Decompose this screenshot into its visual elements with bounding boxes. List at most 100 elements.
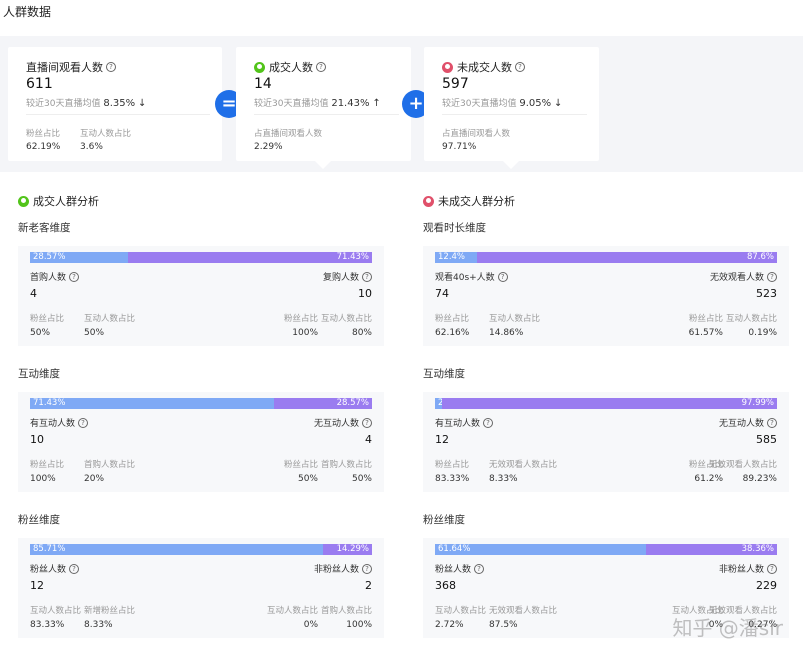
help-icon[interactable]: ? (515, 62, 525, 72)
group-a-label: 粉丝人数 (30, 565, 67, 575)
help-icon[interactable]: ? (69, 271, 80, 282)
group-b-count: 585 (756, 433, 777, 446)
ratio-bar-segment-b: 71.43% (127, 252, 372, 263)
help-icon[interactable]: ? (483, 417, 494, 428)
group-b-count: 2 (365, 579, 372, 592)
stat-label: 首购人数占比 (84, 460, 136, 470)
stat-label: 互动人数占比 (435, 606, 487, 616)
help-icon[interactable]: ? (362, 271, 372, 282)
stat-label: 占直播间观看人数 (442, 129, 511, 139)
stat-label: 互动人数占比 (489, 314, 541, 324)
dimension-title: 粉丝维度 (423, 514, 465, 526)
stat-label: 互动人数占比 (266, 606, 318, 616)
card-value: 14 (254, 76, 272, 92)
help-icon[interactable]: ? (767, 563, 777, 574)
ratio-bar-segment-b: 38.36% (645, 544, 777, 555)
trend-down-icon: ↓ (553, 98, 563, 109)
stat-value: 97.71% (442, 142, 477, 152)
help-icon[interactable]: ? (767, 271, 777, 282)
dimension-title: 粉丝维度 (18, 514, 60, 526)
group-b-label: 无互动人数 (718, 419, 764, 429)
ratio-bar: 28.57% 71.43% (30, 252, 372, 263)
stat-value: 50% (297, 474, 318, 484)
stat-label: 首购人数占比 (320, 606, 372, 616)
dimension-title: 互动维度 (18, 368, 60, 380)
help-icon[interactable]: ? (474, 563, 485, 574)
group-b-label: 复购人数 (322, 273, 359, 283)
stat-label: 无效观看人数占比 (489, 606, 558, 616)
help-icon[interactable]: ? (69, 563, 80, 574)
help-icon[interactable]: ? (767, 417, 777, 428)
stat-value: 62.19% (26, 142, 61, 152)
divider (26, 114, 210, 115)
ratio-bar-segment-a: 2.01% (435, 398, 465, 409)
ratio-bar-segment-a: 85.71% (30, 544, 324, 555)
stat-value: 3.6% (80, 142, 103, 152)
ratio-bar-segment-a: 12.4% (435, 252, 478, 263)
stat-value: 87.5% (489, 620, 518, 630)
ratio-bar-segment-a: 61.64% (435, 544, 646, 555)
section-title-deal: 成交人群分析 (18, 193, 99, 209)
group-a-count: 12 (30, 579, 44, 592)
card-nodeal-users: 未成交人数? 597 较近30天直播均值 9.05% ↓ 占直播间观看人数 97… (424, 47, 599, 161)
stat-value: 0.19% (748, 328, 777, 338)
group-a-count: 4 (30, 287, 37, 300)
stat-value: 89.23% (742, 474, 777, 484)
stat-label: 粉丝占比 (435, 460, 470, 470)
section-title-nodeal: 未成交人群分析 (423, 193, 515, 209)
card-title: 直播间观看人数 (26, 61, 103, 74)
stat-label: 粉丝占比 (30, 460, 65, 470)
help-icon[interactable]: ? (497, 271, 508, 282)
stat-label: 粉丝占比 (283, 460, 318, 470)
ratio-bar-segment-a: 28.57% (30, 252, 128, 263)
card-title: 未成交人数 (457, 61, 512, 74)
stat-value: 50% (351, 474, 372, 484)
help-icon[interactable]: ? (78, 417, 89, 428)
compare-value: 8.35% (103, 98, 136, 109)
divider (254, 114, 399, 115)
dimension-panel: 71.43% 28.57% 有互动人数? 无互动人数? 10 4 粉丝占比 100% 首购人数占… (18, 392, 384, 492)
stat-value: 100% (30, 474, 56, 484)
compare-label: 较近30天直播均值 (26, 99, 101, 109)
stat-value: 0% (303, 620, 318, 630)
ratio-bar: 12.4% 87.6% (435, 252, 777, 263)
stat-value: 62.16% (435, 328, 470, 338)
ratio-bar-segment-b: 14.29% (323, 544, 372, 555)
deal-icon (254, 61, 265, 73)
dimension-panel: 28.57% 71.43% 首购人数? 复购人数? 4 10 粉丝占比 50% 互动人数占比 50… (18, 246, 384, 346)
help-icon[interactable]: ? (316, 62, 326, 72)
stat-value: 20% (84, 474, 105, 484)
nodeal-icon (442, 61, 453, 73)
help-icon[interactable]: ? (362, 417, 372, 428)
stat-value: 50% (84, 328, 105, 338)
ratio-bar-segment-b: 28.57% (274, 398, 372, 409)
stat-label: 互动人数占比 (725, 314, 777, 324)
stat-value: 8.33% (489, 474, 518, 484)
card-value: 611 (26, 76, 53, 92)
help-icon[interactable]: ? (106, 62, 116, 72)
stat-label: 互动人数占比 (30, 606, 82, 616)
group-b-label: 无互动人数 (313, 419, 359, 429)
group-a-label: 首购人数 (30, 273, 67, 283)
ratio-bar-segment-b: 97.99% (441, 398, 777, 409)
stat-value: 61.57% (688, 328, 723, 338)
page-title: 人群数据 (3, 5, 52, 19)
compare-label: 较近30天直播均值 (254, 99, 329, 109)
group-b-label: 无效观看人数 (709, 273, 764, 283)
ratio-bar-segment-b: 87.6% (477, 252, 777, 263)
dimension-panel: 12.4% 87.6% 观看40s+人数? 无效观看人数? 74 523 粉丝占比 62.16… (423, 246, 789, 346)
group-a-label: 有互动人数 (30, 419, 76, 429)
stat-label: 粉丝占比 (26, 129, 61, 139)
divider (442, 114, 587, 115)
stat-value: 100% (346, 620, 372, 630)
stat-label: 占直播间观看人数 (254, 129, 323, 139)
dimension-title: 新老客维度 (18, 222, 71, 234)
card-pointer (503, 161, 519, 169)
dimension-panel: 85.71% 14.29% 粉丝人数? 非粉丝人数? 12 2 互动人数占比 83.33% 新增… (18, 538, 384, 638)
group-b-count: 229 (756, 579, 777, 592)
group-b-count: 10 (358, 287, 372, 300)
stat-value: 83.33% (30, 620, 65, 630)
stat-label: 无效观看人数占比 (708, 460, 777, 470)
help-icon[interactable]: ? (362, 563, 372, 574)
ratio-bar: 85.71% 14.29% (30, 544, 372, 555)
